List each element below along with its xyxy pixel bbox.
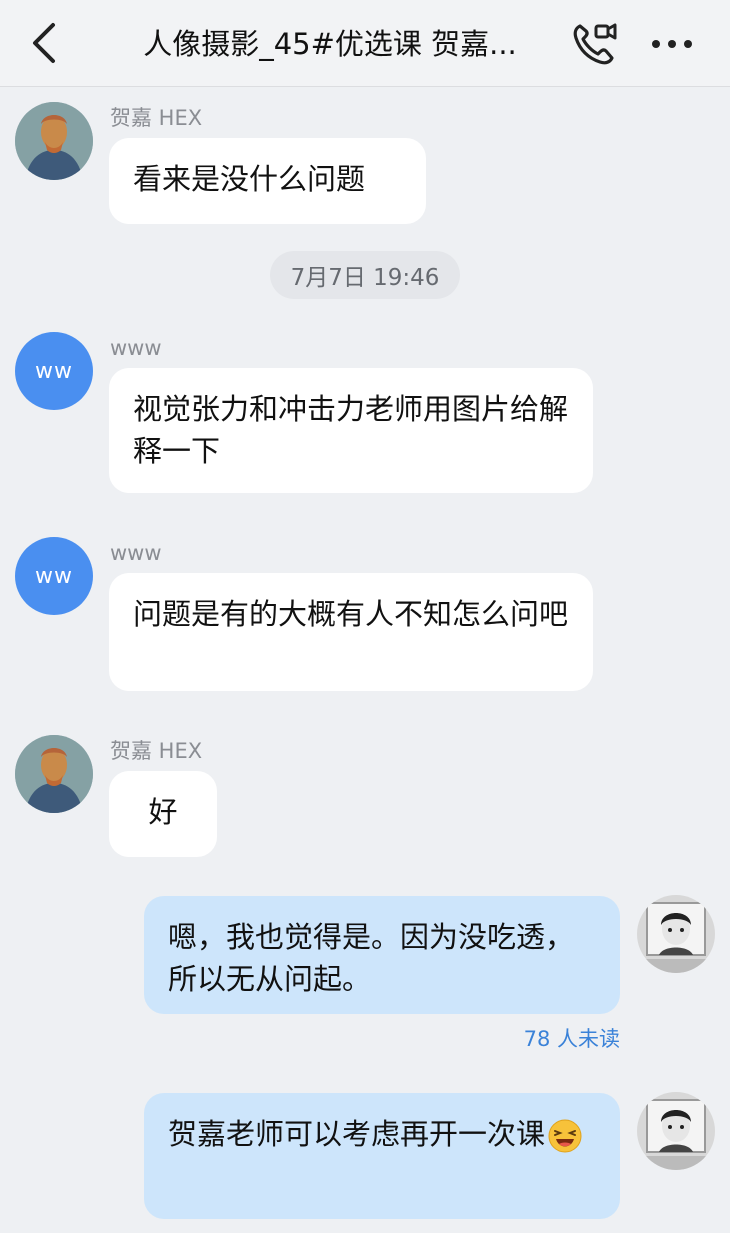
avatar[interactable]: ww xyxy=(15,332,93,410)
message-bubble[interactable]: 问题是有的大概有人不知怎么问吧 xyxy=(109,573,593,691)
avatar[interactable] xyxy=(637,1092,715,1170)
call-button[interactable] xyxy=(568,18,620,68)
child-photo-avatar xyxy=(637,1092,715,1170)
avatar[interactable] xyxy=(15,102,93,180)
chat-title: 人像摄影_45#优选课 贺嘉... xyxy=(143,27,517,61)
chat-header: 人像摄影_45#优选课 贺嘉... xyxy=(0,0,730,87)
portrait-painting-avatar xyxy=(15,102,93,180)
message-text: 贺嘉老师可以考虑再开一次课 xyxy=(168,1117,546,1151)
sender-name: www xyxy=(110,541,162,565)
message-bubble[interactable]: 看来是没什么问题 xyxy=(109,138,426,224)
laughing-face-emoji xyxy=(548,1119,582,1153)
message-bubble[interactable]: 视觉张力和冲击力老师用图片给解释一下 xyxy=(109,368,593,493)
avatar[interactable]: ww xyxy=(15,537,93,615)
read-status[interactable]: 78 人未读 xyxy=(440,1024,620,1054)
message-bubble[interactable]: 好 xyxy=(109,771,217,857)
message-bubble-outgoing[interactable]: 贺嘉老师可以考虑再开一次课 xyxy=(144,1093,620,1219)
more-horizontal-icon xyxy=(652,40,692,48)
back-button[interactable] xyxy=(22,20,66,66)
phone-video-icon xyxy=(573,23,617,65)
child-photo-avatar xyxy=(637,895,715,973)
portrait-painting-avatar xyxy=(15,735,93,813)
avatar[interactable] xyxy=(15,735,93,813)
more-button[interactable] xyxy=(644,24,700,64)
avatar[interactable] xyxy=(637,895,715,973)
sender-name: 贺嘉 HEX xyxy=(110,739,203,763)
message-bubble-outgoing[interactable]: 嗯，我也觉得是。因为没吃透，所以无从问起。 xyxy=(144,896,620,1014)
sender-name: www xyxy=(110,336,162,360)
sender-name: 贺嘉 HEX xyxy=(110,106,203,130)
chat-screen: 人像摄影_45#优选课 贺嘉... 贺嘉 HEX 看来是没什么问题 7月7日 1… xyxy=(0,0,730,1233)
timestamp: 7月7日 19:46 xyxy=(270,251,460,299)
chevron-left-icon xyxy=(33,23,55,63)
